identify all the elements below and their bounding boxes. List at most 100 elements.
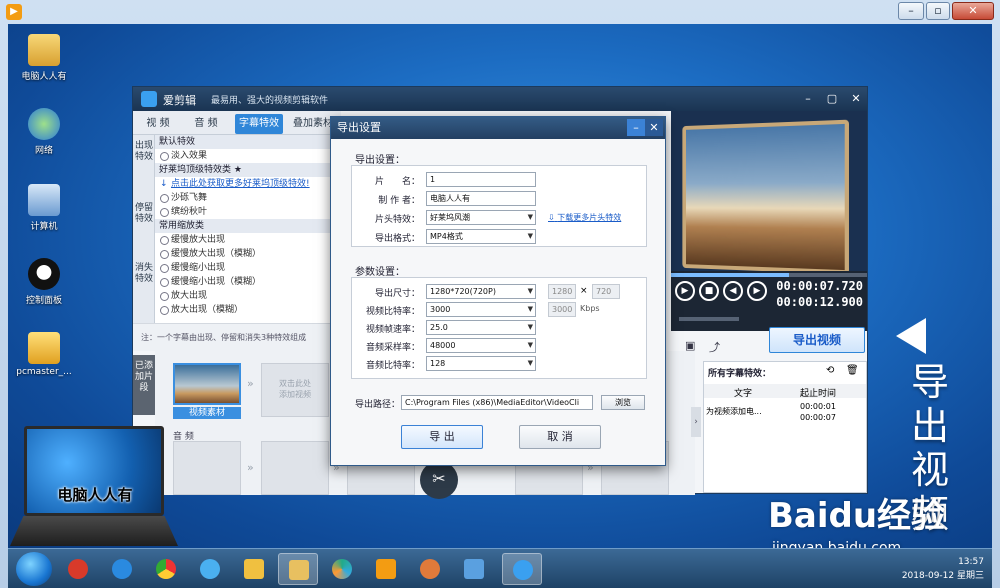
effect-group-zoom[interactable]: 常用缩放类 [155, 219, 331, 233]
download-more-link[interactable]: ⇩ 下载更多片头特效 [548, 212, 621, 223]
author-label: 制 作 者： [378, 196, 420, 206]
size-height-input[interactable]: 720 [592, 284, 620, 299]
name-input[interactable]: 1 [426, 172, 536, 187]
effect-group-default[interactable]: 默认特效 [155, 135, 331, 149]
audio-slot[interactable] [261, 441, 329, 495]
audio-bitrate-label: 音频比特率： [365, 361, 420, 371]
get-more-effects-link[interactable]: 点击此处获取更多好莱坞顶级特效! [155, 177, 331, 191]
tab-video[interactable]: 视 频 [139, 114, 177, 134]
export-video-label: 导出视频 [792, 333, 841, 347]
desktop-icon-computer[interactable]: 计算机 [14, 184, 74, 232]
effect-item[interactable]: 淡入效果 [155, 149, 331, 163]
taskbar-app2[interactable] [454, 553, 494, 585]
volume-slider[interactable] [679, 317, 739, 321]
next-frame-icon[interactable]: ▶ [747, 281, 767, 301]
stop-icon[interactable]: ■ [699, 281, 719, 301]
collapse-panel-button[interactable]: › [691, 407, 701, 437]
size-select[interactable]: 1280*720(720P) ▼ [426, 284, 536, 299]
side-tab-stay[interactable]: 停留特效 [135, 203, 153, 225]
desktop-icon-media[interactable]: pcmaster_... [14, 332, 74, 377]
export-button[interactable]: 导 出 [401, 425, 483, 449]
browse-button[interactable]: 浏览 [601, 395, 645, 410]
app-maximize-button[interactable]: ▢ [823, 90, 841, 108]
effect-group-hollywood[interactable]: 好莱坞顶级特效类 ★ [155, 163, 331, 177]
app-close-button[interactable]: ✕ [847, 90, 865, 108]
video-preview [671, 111, 867, 271]
intro-effect-select[interactable]: 好莱坞风潮 ▼ [426, 210, 536, 225]
taskbar-browser[interactable] [190, 553, 230, 585]
size-width-input[interactable]: 1280 [548, 284, 576, 299]
format-select[interactable]: MP4格式 ▼ [426, 229, 536, 244]
save-icon[interactable]: ▣ [685, 339, 699, 353]
minimize-button[interactable]: – [898, 2, 924, 20]
effect-item[interactable]: 缓慢放大出现 [155, 233, 331, 247]
desktop-icon-control-panel[interactable]: 控制面板 [14, 258, 74, 306]
subs-row-start: 00:00:01 [800, 402, 836, 411]
audio-sample-select[interactable]: 48000 ▼ [426, 338, 536, 353]
app-icon [68, 559, 88, 579]
subtitle-effects-panel: 所有字幕特效： ⟲ 🗑 文字 起止时间 为视频添加电... 00:00:01 0… [703, 361, 867, 493]
app-minimize-button[interactable]: – [799, 90, 817, 108]
taskbar-player[interactable] [366, 553, 406, 585]
dropdown-arrow-icon: ▼ [527, 341, 533, 349]
video-bitrate-custom[interactable]: 3000 [548, 302, 576, 317]
effect-item[interactable]: 放大出现 [155, 289, 331, 303]
taskbar-app[interactable] [58, 553, 98, 585]
effect-item[interactable]: 缓慢缩小出现 [155, 261, 331, 275]
taskbar-folder[interactable] [234, 553, 274, 585]
playback-progress-bar[interactable] [671, 273, 867, 277]
fps-select[interactable]: 25.0 ▼ [426, 320, 536, 335]
prev-frame-icon[interactable]: ◀ [723, 281, 743, 301]
undo-icon[interactable]: ⟲ [826, 365, 834, 376]
tab-audio[interactable]: 音 频 [187, 114, 225, 134]
video-bitrate-select[interactable]: 3000 ▼ [426, 302, 536, 317]
subs-table-row[interactable]: 为视频添加电... 00:00:01 00:00:07 [704, 402, 866, 424]
subs-col-time: 起止时间 [800, 389, 837, 399]
scissors-icon[interactable]: ✂ [420, 461, 458, 499]
desktop-icon-folder[interactable]: 电脑人人有 [14, 34, 74, 82]
effect-item[interactable]: 缓慢放大出现（模糊） [155, 247, 331, 261]
play-icon[interactable]: ▶ [675, 281, 695, 301]
dialog-close-button[interactable]: ✕ [645, 119, 663, 136]
audio-slot[interactable] [173, 441, 241, 495]
tab-subtitle-effects[interactable]: 字幕特效 [235, 114, 283, 134]
effect-item[interactable]: 缓慢缩小出现（模糊） [155, 275, 331, 289]
side-tab-appear[interactable]: 出现特效 [135, 141, 153, 163]
taskbar-clock[interactable]: 13:57 2018-09-12 星期三 [902, 555, 984, 583]
dropdown-arrow-icon: ▼ [527, 359, 533, 367]
cancel-button[interactable]: 取 消 [519, 425, 601, 449]
taskbar-explorer[interactable] [278, 553, 318, 585]
subs-table-header: 文字 起止时间 [704, 384, 866, 399]
video-clip-thumbnail[interactable] [173, 363, 241, 405]
start-button[interactable] [16, 552, 52, 586]
export-settings-box: 片 名： 1 制 作 者： 电脑人人有 片头特效： 好莱坞风潮 ▼ ⇩ 下载更多片… [351, 165, 647, 247]
fps-value: 25.0 [430, 323, 448, 332]
trash-icon[interactable]: 🗑 [846, 365, 859, 376]
browser-icon [200, 559, 220, 579]
taskbar-chrome[interactable] [146, 553, 186, 585]
taskbar-paint[interactable] [410, 553, 450, 585]
export-video-button[interactable]: 导出视频 [769, 327, 865, 353]
add-video-slot[interactable]: 双击此处 添加视频 [261, 363, 329, 417]
taskbar-ie[interactable] [102, 553, 142, 585]
taskbar-pinwheel[interactable] [322, 553, 362, 585]
effect-item[interactable]: 缤纷秋叶 [155, 205, 331, 219]
maximize-button[interactable]: ▫ [926, 2, 950, 20]
share-icon[interactable]: ⤴ [709, 339, 723, 354]
effect-item[interactable]: 放大出现（模糊） [155, 303, 331, 317]
close-button[interactable]: ✕ [952, 2, 994, 20]
author-input[interactable]: 电脑人人有 [426, 191, 536, 206]
taskbar-aijianji[interactable] [502, 553, 542, 585]
laptop-logo-text: 电脑人人有 [57, 486, 133, 504]
download-more-label: 下载更多片头特效 [557, 213, 622, 222]
side-tab-disappear[interactable]: 消失特效 [135, 263, 153, 285]
dropdown-arrow-icon: ▼ [527, 323, 533, 331]
app-slogan: 最易用、强大的视频剪辑软件 [211, 96, 329, 106]
video-bitrate-unit: Kbps [580, 304, 600, 313]
dropdown-arrow-icon: ▼ [527, 287, 533, 295]
desktop-icon-network[interactable]: 网络 [14, 108, 74, 156]
dialog-minimize-button[interactable]: – [627, 119, 645, 136]
effect-item[interactable]: 沙砾飞舞 [155, 191, 331, 205]
path-input[interactable]: C:\Program Files (x86)\MediaEditor\Video… [401, 395, 593, 410]
audio-bitrate-select[interactable]: 128 ▼ [426, 356, 536, 371]
